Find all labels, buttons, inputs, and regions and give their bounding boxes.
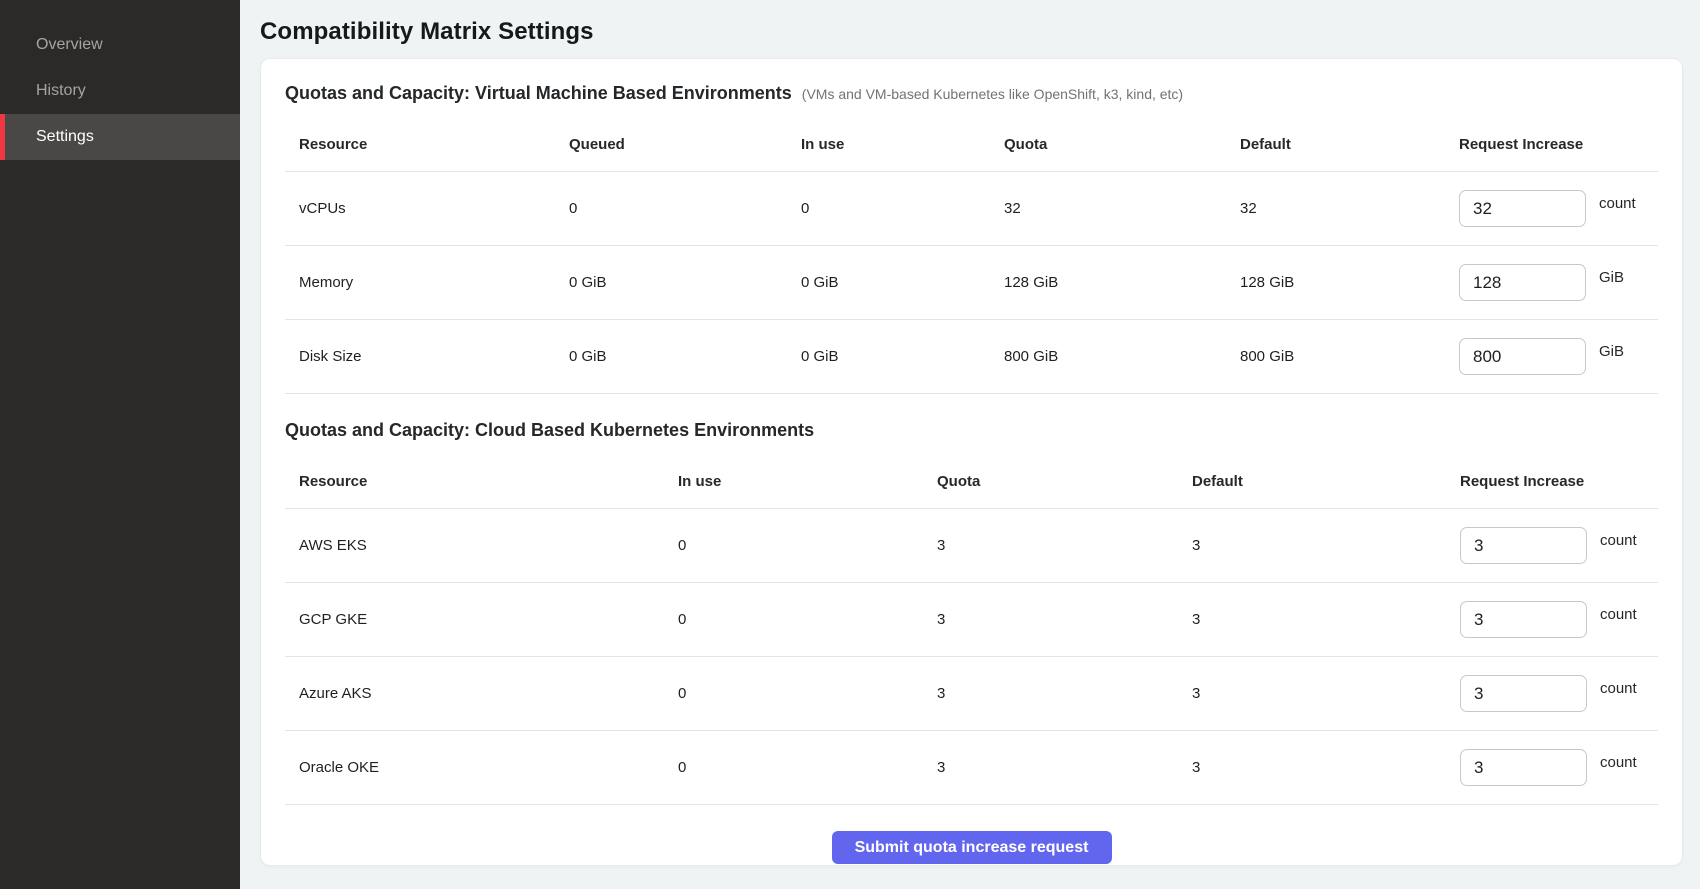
- sidebar: Overview History Settings: [0, 0, 240, 889]
- oracle-oke-request-input[interactable]: [1460, 749, 1587, 786]
- sidebar-item-settings[interactable]: Settings: [0, 114, 240, 160]
- disk-queued-value: 0 GiB: [555, 348, 787, 365]
- aws-eks-default-value: 3: [1178, 537, 1460, 554]
- disk-unit-label: GiB: [1599, 343, 1624, 360]
- vcpus-quota-value: 32: [990, 200, 1226, 217]
- cloud-col-quota: Quota: [923, 473, 1178, 490]
- gcp-gke-default-value: 3: [1178, 611, 1460, 628]
- vcpus-request-input[interactable]: [1459, 190, 1586, 227]
- vm-quota-section: Quotas and Capacity: Virtual Machine Bas…: [285, 83, 1658, 394]
- memory-default-value: 128 GiB: [1226, 274, 1459, 291]
- table-row-aws-eks: AWS EKS 0 3 3 count: [285, 509, 1658, 583]
- azure-aks-request-input[interactable]: [1460, 675, 1587, 712]
- sidebar-item-overview[interactable]: Overview: [0, 22, 240, 68]
- sidebar-item-history-label: History: [36, 82, 86, 100]
- aws-eks-quota-value: 3: [923, 537, 1178, 554]
- oracle-oke-resource-label: Oracle OKE: [285, 759, 664, 776]
- disk-resource-label: Disk Size: [285, 348, 555, 365]
- gcp-gke-in-use-value: 0: [664, 611, 923, 628]
- vm-section-title: Quotas and Capacity: Virtual Machine Bas…: [285, 83, 792, 104]
- memory-queued-value: 0 GiB: [555, 274, 787, 291]
- cloud-col-default: Default: [1178, 473, 1460, 490]
- vcpus-in-use-value: 0: [787, 200, 990, 217]
- cloud-col-in-use: In use: [664, 473, 923, 490]
- oracle-oke-default-value: 3: [1178, 759, 1460, 776]
- vm-col-resource: Resource: [285, 136, 555, 153]
- aws-eks-resource-label: AWS EKS: [285, 537, 664, 554]
- oracle-oke-in-use-value: 0: [664, 759, 923, 776]
- disk-quota-value: 800 GiB: [990, 348, 1226, 365]
- cloud-col-resource: Resource: [285, 473, 664, 490]
- vcpus-default-value: 32: [1226, 200, 1459, 217]
- oracle-oke-quota-value: 3: [923, 759, 1178, 776]
- table-row-gcp-gke: GCP GKE 0 3 3 count: [285, 583, 1658, 657]
- gcp-gke-resource-label: GCP GKE: [285, 611, 664, 628]
- gcp-gke-request-input[interactable]: [1460, 601, 1587, 638]
- cloud-table-header: Resource In use Quota Default Request In…: [285, 455, 1658, 509]
- table-row-memory: Memory 0 GiB 0 GiB 128 GiB 128 GiB GiB: [285, 246, 1658, 320]
- azure-aks-quota-value: 3: [923, 685, 1178, 702]
- aws-eks-in-use-value: 0: [664, 537, 923, 554]
- table-row-oracle-oke: Oracle OKE 0 3 3 count: [285, 731, 1658, 805]
- vcpus-queued-value: 0: [555, 200, 787, 217]
- disk-default-value: 800 GiB: [1226, 348, 1459, 365]
- azure-aks-resource-label: Azure AKS: [285, 685, 664, 702]
- memory-quota-value: 128 GiB: [990, 274, 1226, 291]
- main-content: Compatibility Matrix Settings Quotas and…: [240, 0, 1700, 889]
- submit-quota-increase-button[interactable]: Submit quota increase request: [832, 831, 1112, 864]
- aws-eks-unit-label: count: [1600, 532, 1637, 549]
- vm-col-quota: Quota: [990, 136, 1226, 153]
- memory-resource-label: Memory: [285, 274, 555, 291]
- page-title: Compatibility Matrix Settings: [260, 18, 1683, 46]
- memory-in-use-value: 0 GiB: [787, 274, 990, 291]
- sidebar-item-history[interactable]: History: [0, 68, 240, 114]
- gcp-gke-unit-label: count: [1600, 606, 1637, 623]
- gcp-gke-quota-value: 3: [923, 611, 1178, 628]
- table-row-azure-aks: Azure AKS 0 3 3 count: [285, 657, 1658, 731]
- vm-col-default: Default: [1226, 136, 1459, 153]
- disk-in-use-value: 0 GiB: [787, 348, 990, 365]
- sidebar-item-overview-label: Overview: [36, 36, 103, 54]
- cloud-quota-section: Quotas and Capacity: Cloud Based Kuberne…: [285, 420, 1658, 805]
- cloud-section-title: Quotas and Capacity: Cloud Based Kuberne…: [285, 420, 814, 441]
- vm-section-subtitle: (VMs and VM-based Kubernetes like OpenSh…: [802, 86, 1183, 102]
- sidebar-item-settings-label: Settings: [36, 128, 94, 146]
- azure-aks-default-value: 3: [1178, 685, 1460, 702]
- vcpus-unit-label: count: [1599, 195, 1636, 212]
- table-row-disk-size: Disk Size 0 GiB 0 GiB 800 GiB 800 GiB Gi…: [285, 320, 1658, 394]
- aws-eks-request-input[interactable]: [1460, 527, 1587, 564]
- vcpus-resource-label: vCPUs: [285, 200, 555, 217]
- azure-aks-in-use-value: 0: [664, 685, 923, 702]
- cloud-col-request-increase: Request Increase: [1460, 473, 1658, 490]
- azure-aks-unit-label: count: [1600, 680, 1637, 697]
- table-row-vcpus: vCPUs 0 0 32 32 count: [285, 172, 1658, 246]
- memory-request-input[interactable]: [1459, 264, 1586, 301]
- settings-card: Quotas and Capacity: Virtual Machine Bas…: [260, 58, 1683, 866]
- vm-col-request-increase: Request Increase: [1459, 136, 1658, 153]
- vm-col-queued: Queued: [555, 136, 787, 153]
- memory-unit-label: GiB: [1599, 269, 1624, 286]
- oracle-oke-unit-label: count: [1600, 754, 1637, 771]
- vm-col-in-use: In use: [787, 136, 990, 153]
- disk-request-input[interactable]: [1459, 338, 1586, 375]
- vm-table-header: Resource Queued In use Quota Default Req…: [285, 118, 1658, 172]
